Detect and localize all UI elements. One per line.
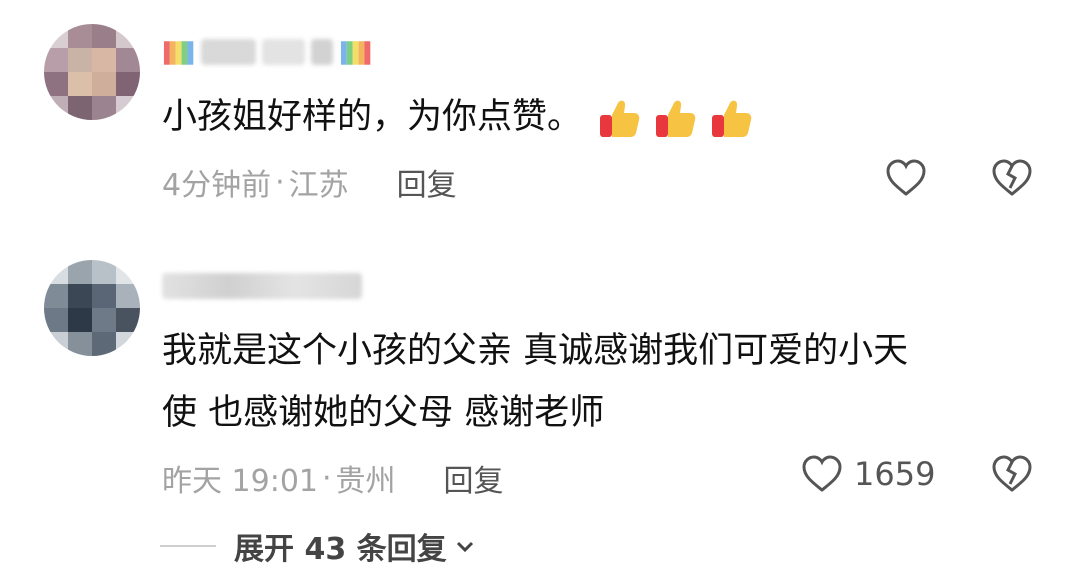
like-button[interactable]: 1659 [800,452,935,496]
comment-text-line-1: 我就是这个小孩的父亲 真诚感谢我们可爱的小天 [162,331,909,371]
rainbow-icon [340,41,371,65]
like-count: 1659 [854,455,936,493]
separator: · [322,460,332,496]
avatar[interactable] [44,24,140,120]
avatar[interactable] [44,260,140,356]
comment-text-content: 小孩姐好样的，为你点赞。 [162,97,583,137]
thumbs-up-emoji-group [596,95,754,141]
heart-icon [802,455,842,492]
comment-time: 昨天 19:01 [162,464,318,499]
comment-time: 4分钟前 [162,168,272,203]
expand-replies-label: 展开 43 条回复 [234,532,447,567]
divider-line [160,545,216,547]
like-button[interactable] [884,156,928,200]
heart-icon [886,159,926,196]
comment-1: 小孩姐好样的，为你点赞。 4分钟前 · 江苏 回复 [0,0,1080,220]
comment-meta: 昨天 19:01 · 贵州 回复 [162,456,504,500]
comment-location: 江苏 [288,168,349,203]
comment-text-line-2: 使 也感谢她的父母 感谢老师 [162,393,605,433]
dislike-button[interactable] [990,452,1034,500]
separator: · [275,164,285,200]
comment-meta: 4分钟前 · 江苏 回复 [162,160,457,204]
thumbs-up-icon [600,100,640,137]
broken-heart-icon [992,159,1032,196]
comment-2: 我就是这个小孩的父亲 真诚感谢我们可爱的小天 使 也感谢她的父母 感谢老师 昨天… [0,220,1080,520]
comment-location: 贵州 [335,464,396,499]
thumbs-up-icon [712,100,752,137]
username-blurred[interactable] [162,262,372,310]
reply-button[interactable]: 回复 [444,456,504,500]
expand-replies-button[interactable]: 展开 43 条回复 [160,524,477,568]
broken-heart-icon [992,455,1032,492]
thumbs-up-icon [656,100,696,137]
dislike-button[interactable] [990,156,1034,204]
comment-text: 小孩姐好样的，为你点赞。 [162,86,754,148]
chevron-down-icon [456,541,473,553]
comment-text: 我就是这个小孩的父亲 真诚感谢我们可爱的小天 使 也感谢她的父母 感谢老师 [162,320,908,444]
reply-button[interactable]: 回复 [397,160,457,204]
rainbow-icon [163,41,194,65]
username-blurred[interactable] [162,28,372,76]
